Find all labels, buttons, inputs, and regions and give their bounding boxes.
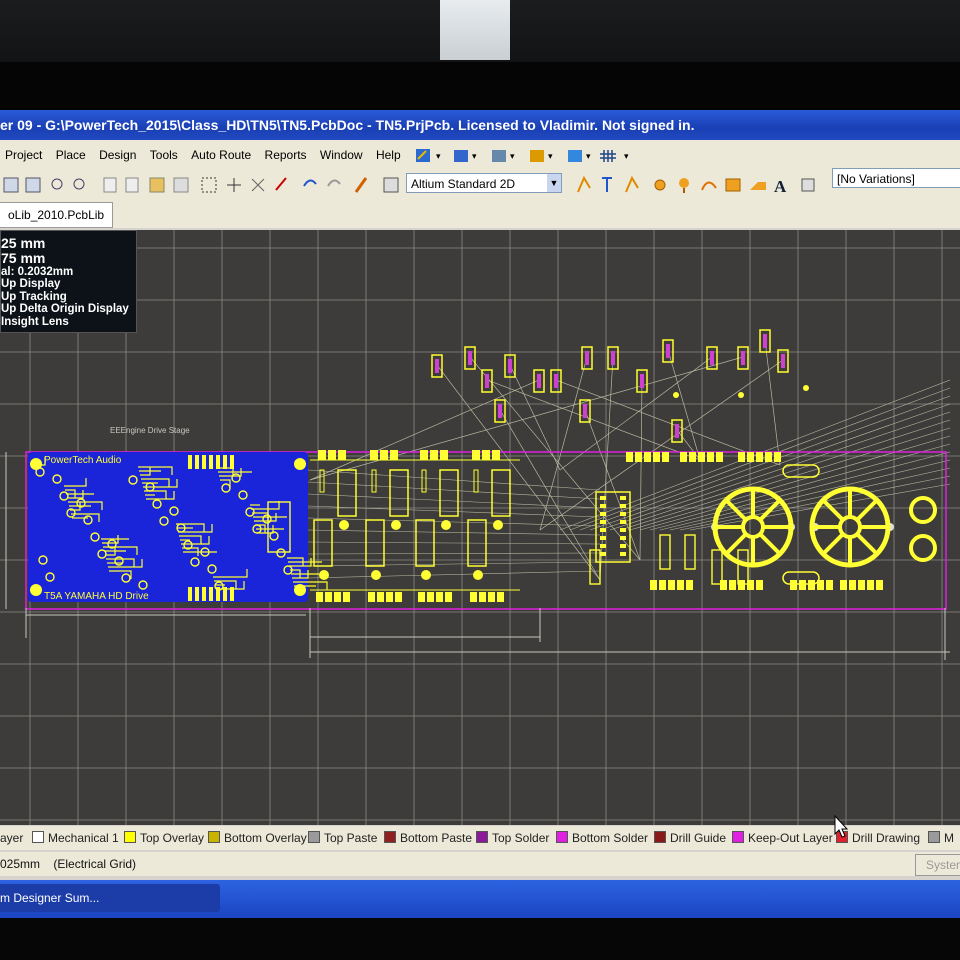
window-light xyxy=(440,0,510,60)
view-mode-value: Altium Standard 2D xyxy=(411,177,516,191)
taskbar-item[interactable]: m Designer Sum... xyxy=(0,884,220,912)
svg-text:▾: ▾ xyxy=(436,151,441,161)
monitor-bottom-bezel xyxy=(0,918,960,960)
pcb-drawing[interactable]: EEEngine Drive Stage PowerTech Audio T5A… xyxy=(0,230,960,825)
svg-text:▾: ▾ xyxy=(624,151,629,161)
silkscreen-top-text: PowerTech Audio xyxy=(44,455,122,466)
document-tab-label: oLib_2010.PcbLib xyxy=(8,208,105,222)
menu-tools[interactable]: Tools xyxy=(145,140,183,170)
monitor-bezel xyxy=(0,62,960,112)
zoom-icons[interactable] xyxy=(3,177,399,193)
svg-text:▾: ▾ xyxy=(510,151,515,161)
status-grid-type: (Electrical Grid) xyxy=(53,857,137,871)
menu-project[interactable]: Project xyxy=(0,140,47,170)
window-titlebar[interactable]: er 09 - G:\PowerTech_2015\Class_HD\TN5\T… xyxy=(0,110,960,140)
hud-x: 25 mm xyxy=(1,235,46,251)
hud-grid: al: 0.2032mm xyxy=(1,266,74,278)
layer-tab-more[interactable]: M xyxy=(928,828,954,848)
menu-auto-route[interactable]: Auto Route xyxy=(186,140,256,170)
view-mode-select[interactable]: Altium Standard 2D ▼ xyxy=(406,173,562,193)
screen: er 09 - G:\PowerTech_2015\Class_HD\TN5\T… xyxy=(0,110,960,918)
hud-tracking: Up Tracking xyxy=(1,290,67,303)
document-tabs: oLib_2010.PcbLib xyxy=(0,200,960,228)
status-bar: 025mm (Electrical Grid) System xyxy=(0,852,960,876)
document-tab[interactable]: oLib_2010.PcbLib xyxy=(0,202,114,228)
layer-tab-top-overlay[interactable]: Top Overlay xyxy=(124,828,204,848)
board-label: EEEngine Drive Stage xyxy=(110,426,190,435)
hud-display: Up Display xyxy=(1,278,61,291)
silkscreen-bottom-text: T5A YAMAHA HD Drive xyxy=(44,591,149,602)
hud-insight: Insight Lens xyxy=(1,315,69,328)
heads-up-display: 25 mm 75 mm al: 0.2032mm Up Display Up T… xyxy=(0,230,137,333)
routed-drive-board[interactable] xyxy=(28,452,328,602)
route-place-icons[interactable]: A xyxy=(577,175,815,196)
svg-text:▾: ▾ xyxy=(472,151,477,161)
svg-text:▾: ▾ xyxy=(586,151,591,161)
menu-help[interactable]: Help xyxy=(371,140,406,170)
window-title: er 09 - G:\PowerTech_2015\Class_HD\TN5\T… xyxy=(0,117,695,133)
svg-text:▾: ▾ xyxy=(548,151,553,161)
menu-bar: Project Place Design Tools Auto Route Re… xyxy=(0,140,960,170)
variations-value: [No Variations] xyxy=(837,172,915,186)
taskbar-item-label: m Designer Sum... xyxy=(0,891,100,905)
chevron-down-icon[interactable]: ▼ xyxy=(547,174,561,192)
layer-tab-top-solder[interactable]: Top Solder xyxy=(476,828,549,848)
menu-reports[interactable]: Reports xyxy=(260,140,312,170)
layer-tab-keep-out[interactable]: Keep-Out Layer xyxy=(732,828,833,848)
svg-text:A: A xyxy=(774,177,787,196)
layer-tab-bottom-overlay[interactable]: Bottom Overlay xyxy=(208,828,307,848)
menu-place[interactable]: Place xyxy=(51,140,91,170)
layer-tab-bottom-paste[interactable]: Bottom Paste xyxy=(384,828,472,848)
layer-tab-top-paste[interactable]: Top Paste xyxy=(308,828,377,848)
system-panel-button[interactable]: System xyxy=(915,854,960,876)
layer-tab-active[interactable]: ayer xyxy=(0,828,23,848)
taskbar: m Designer Sum... xyxy=(0,880,960,918)
menu-design[interactable]: Design xyxy=(94,140,141,170)
layer-tab-drill-guide[interactable]: Drill Guide xyxy=(654,828,726,848)
hud-delta: Up Delta Origin Display xyxy=(1,303,129,316)
menu-window[interactable]: Window xyxy=(315,140,368,170)
layer-tab-mechanical-1[interactable]: Mechanical 1 xyxy=(32,828,119,848)
variations-select[interactable]: [No Variations] xyxy=(832,168,960,188)
hud-y: 75 mm xyxy=(1,250,46,266)
layer-tabs: ayer Mechanical 1 Top Overlay Bottom Ove… xyxy=(0,826,960,850)
mouse-cursor-icon xyxy=(834,815,849,838)
status-grid: 025mm xyxy=(0,857,41,871)
layer-tab-bottom-solder[interactable]: Bottom Solder xyxy=(556,828,648,848)
pcb-canvas[interactable]: EEEngine Drive Stage PowerTech Audio T5A… xyxy=(0,230,960,825)
